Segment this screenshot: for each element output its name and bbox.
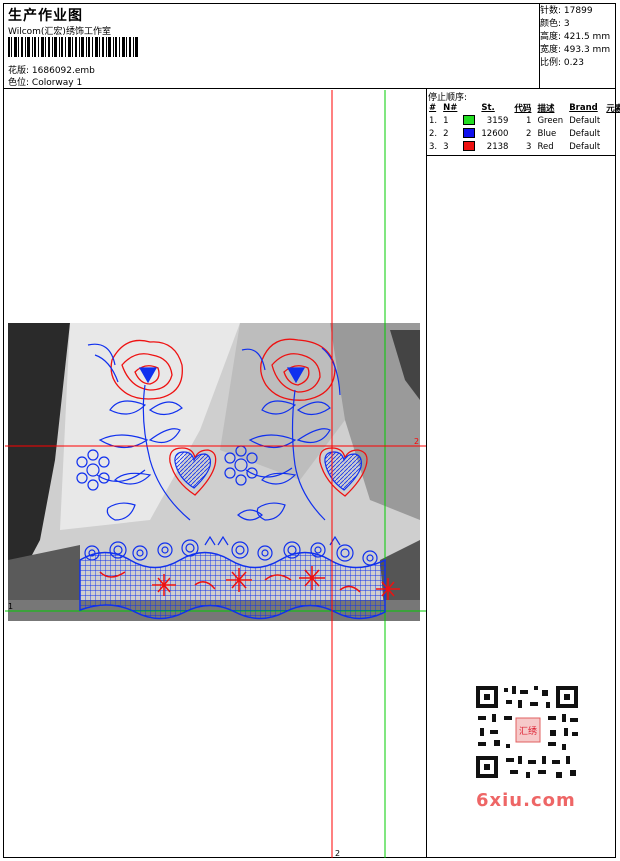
marker-two-right: 2 (414, 437, 419, 446)
design-canvas: 汇绣 1 2 2 (5, 90, 584, 858)
qr-code: 汇绣 (470, 680, 584, 784)
watermark-site: 6xiu.com (476, 790, 576, 811)
marker-two-bottom: 2 (335, 849, 340, 858)
svg-text:汇绣: 汇绣 (519, 725, 537, 737)
marker-one: 1 (8, 602, 13, 611)
